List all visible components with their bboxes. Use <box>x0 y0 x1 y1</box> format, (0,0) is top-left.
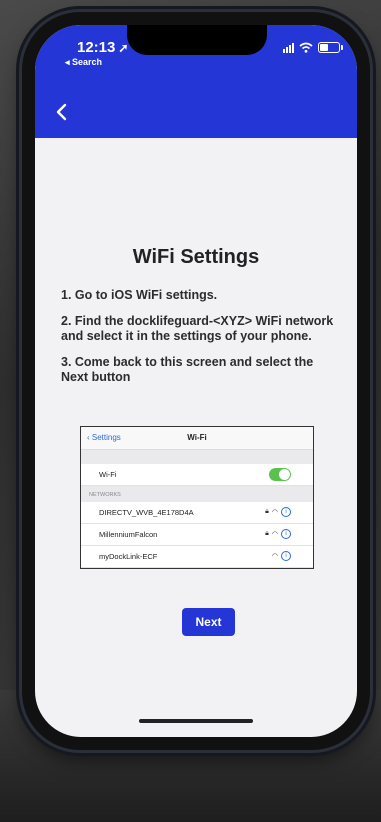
wifi-settings-example-image: ‹ Settings Wi-Fi Wi-Fi NETWORKS DIRECTV_… <box>80 426 314 569</box>
lock-icon: 🔒︎ <box>265 530 269 537</box>
wifi-icon: ◠ <box>271 553 278 560</box>
battery-icon <box>318 42 343 53</box>
status-time: 12:13 ➚ <box>77 39 128 56</box>
wifi-icon: ◠ <box>271 509 278 516</box>
signal-icon <box>283 42 294 53</box>
main-content: WiFi Settings 1. Go to iOS WiFi settings… <box>35 138 357 737</box>
app-header: 12:13 ➚ ◂ Search <box>35 25 357 138</box>
info-icon: i <box>281 551 291 561</box>
info-icon: i <box>281 507 291 517</box>
phone-screen: 12:13 ➚ ◂ Search WiFi Settings 1. Go to … <box>35 25 357 737</box>
toggle-icon <box>269 468 291 481</box>
instruction-step-3: 3. Come back to this screen and select t… <box>61 355 314 384</box>
page-title: WiFi Settings <box>132 246 260 268</box>
instruction-list: 1. Go to iOS WiFi settings. 2. Find the … <box>61 288 341 396</box>
example-nav-bar: ‹ Settings Wi-Fi <box>81 427 313 450</box>
instruction-step-2: 2. Find the docklifeguard-<XYZ> WiFi net… <box>61 314 334 343</box>
example-network-row: myDockLink-ECF ◠ i <box>81 546 313 568</box>
camera-notch <box>127 25 267 55</box>
back-to-app-link[interactable]: ◂ Search <box>65 57 102 68</box>
lock-icon: 🔒︎ <box>265 508 269 515</box>
example-network-row: MillenniumFalcon 🔒︎ ◠ i <box>81 524 313 546</box>
info-icon: i <box>281 529 291 539</box>
instruction-step-1: 1. Go to iOS WiFi settings. <box>61 288 218 302</box>
example-wifi-label: Wi-Fi <box>99 470 117 479</box>
chevron-left-icon[interactable] <box>51 101 73 123</box>
phone-frame: 12:13 ➚ ◂ Search WiFi Settings 1. Go to … <box>22 12 370 750</box>
example-wifi-row: Wi-Fi <box>81 464 313 486</box>
wifi-icon <box>299 42 313 53</box>
wifi-icon: ◠ <box>271 531 278 538</box>
home-indicator[interactable] <box>139 719 253 723</box>
location-arrow-icon: ➚ <box>118 41 129 55</box>
status-icons <box>283 42 343 53</box>
next-button[interactable]: Next <box>182 608 235 636</box>
example-section-header: NETWORKS <box>81 486 313 502</box>
example-network-row: DIRECTV_WVB_4E178D4A 🔒︎ ◠ i <box>81 502 313 524</box>
example-title: Wi-Fi <box>187 433 207 442</box>
status-time-text: 12:13 <box>77 39 116 56</box>
